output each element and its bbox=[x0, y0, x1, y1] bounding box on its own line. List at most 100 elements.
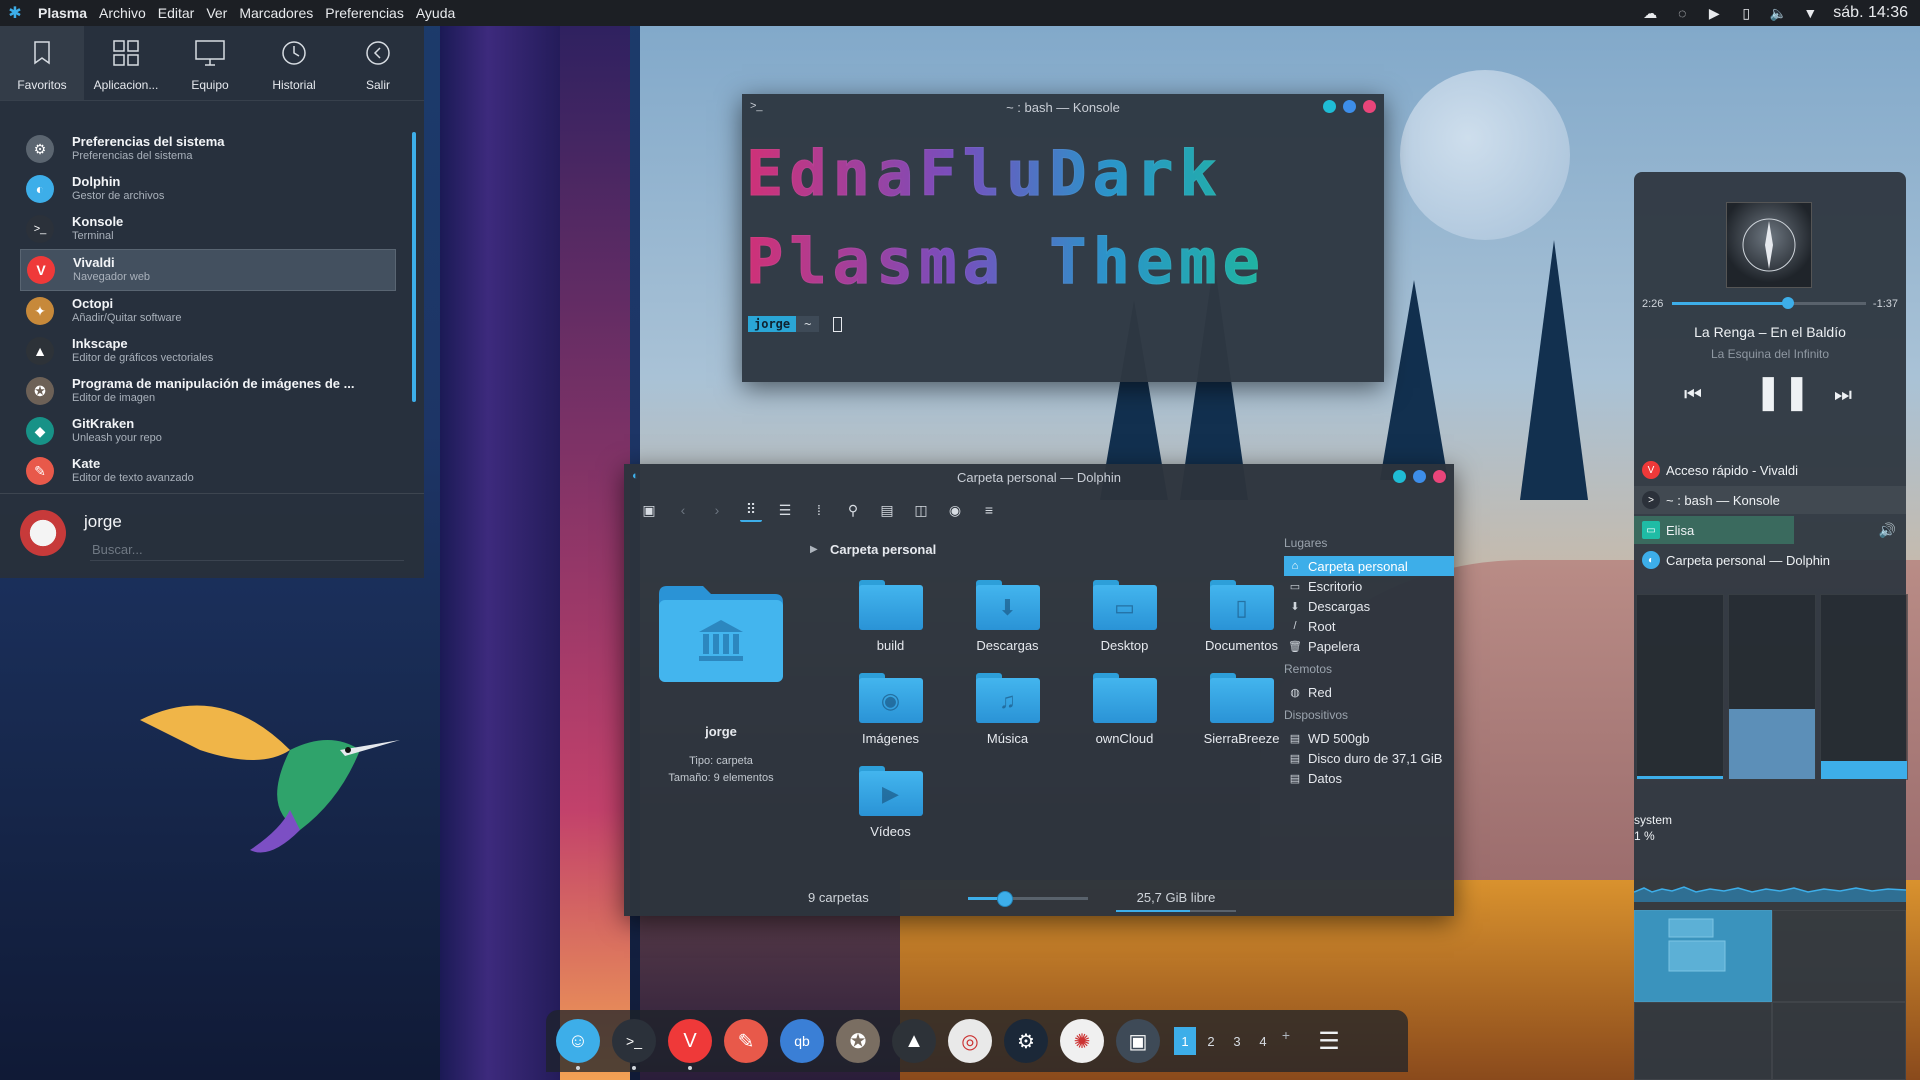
seek-slider[interactable] bbox=[1672, 297, 1866, 309]
list-item[interactable]: ◆ GitKraken Unleash your repo bbox=[20, 411, 396, 451]
window-titlebar[interactable]: >_ ~ : bash — Konsole bbox=[742, 94, 1384, 120]
lifesaver-icon[interactable]: ✺ bbox=[1060, 1019, 1104, 1063]
task-item[interactable]: ▭ Elisa 🔊 bbox=[1634, 516, 1906, 544]
menu-ayuda[interactable]: Ayuda bbox=[410, 5, 461, 21]
place-device[interactable]: ▤ Disco duro de 37,1 GiB bbox=[1284, 748, 1454, 768]
desktop-2[interactable]: 2 bbox=[1200, 1027, 1222, 1055]
place-papelera[interactable]: 🗑 Papelera bbox=[1284, 636, 1454, 656]
folder-item[interactable]: SierraBreeze bbox=[1183, 673, 1300, 746]
place-descargas[interactable]: ⬇ Descargas bbox=[1284, 596, 1454, 616]
list-item[interactable]: ◐ Dolphin Gestor de archivos bbox=[20, 169, 396, 209]
task-item[interactable]: V Acceso rápido - Vivaldi bbox=[1634, 456, 1906, 484]
close-button[interactable] bbox=[1363, 100, 1376, 113]
inkscape-icon[interactable]: ▲ bbox=[892, 1019, 936, 1063]
places-panel-icon[interactable]: ▣ bbox=[638, 499, 660, 521]
tab-equipo[interactable]: Equipo bbox=[168, 26, 252, 100]
zoom-slider[interactable] bbox=[968, 891, 1088, 907]
pager-desktop[interactable] bbox=[1634, 910, 1772, 1002]
menu-plasma[interactable]: Plasma bbox=[32, 5, 93, 21]
cloud-icon[interactable]: ☁ bbox=[1641, 4, 1659, 22]
breadcrumb[interactable]: Carpeta personal bbox=[830, 542, 936, 557]
folder-item[interactable]: build bbox=[832, 580, 949, 653]
vivaldi-icon[interactable]: V bbox=[668, 1019, 712, 1070]
place-root[interactable]: / Root bbox=[1284, 616, 1454, 636]
close-button[interactable] bbox=[1433, 470, 1446, 483]
terminal-icon[interactable]: >_ bbox=[612, 1019, 656, 1070]
task-item[interactable]: ◐ Carpeta personal — Dolphin bbox=[1634, 546, 1906, 574]
menu-editar[interactable]: Editar bbox=[152, 5, 201, 21]
expand-tray-icon[interactable]: ▼ bbox=[1801, 4, 1819, 22]
updates-icon[interactable]: ◌ bbox=[1673, 4, 1691, 22]
minimize-button[interactable] bbox=[1393, 470, 1406, 483]
tab-aplicaciones[interactable]: Aplicacion... bbox=[84, 26, 168, 100]
desktop-4[interactable]: 4 bbox=[1252, 1027, 1274, 1055]
maximize-button[interactable] bbox=[1343, 100, 1356, 113]
volume-icon[interactable]: 🔊 bbox=[1879, 522, 1896, 539]
task-item[interactable]: > ~ : bash — Konsole bbox=[1634, 486, 1906, 514]
add-desktop-button[interactable]: + bbox=[1278, 1027, 1294, 1055]
seek-handle[interactable] bbox=[1782, 297, 1795, 309]
list-item[interactable]: >_ Konsole Terminal bbox=[20, 209, 396, 249]
folder-item[interactable]: ownCloud bbox=[1066, 673, 1183, 746]
pager-desktop[interactable] bbox=[1772, 1002, 1906, 1080]
tab-historial[interactable]: Historial bbox=[252, 26, 336, 100]
details-view-icon[interactable]: ⁞ bbox=[808, 499, 830, 521]
desktop-1[interactable]: 1 bbox=[1174, 1027, 1196, 1055]
qbittorrent-icon[interactable]: qb bbox=[780, 1019, 824, 1063]
pager-desktop[interactable] bbox=[1772, 910, 1906, 1002]
package-icon[interactable]: ▣ bbox=[1116, 1019, 1160, 1063]
icons-view-icon[interactable]: ⠿ bbox=[740, 498, 762, 522]
window-titlebar[interactable]: ◐ Carpeta personal — Dolphin bbox=[624, 464, 1454, 490]
back-icon[interactable]: ‹ bbox=[672, 499, 694, 521]
next-icon[interactable]: ⏭ bbox=[1834, 384, 1852, 407]
gimp-icon[interactable]: ✪ bbox=[836, 1019, 880, 1063]
menu-preferencias[interactable]: Preferencias bbox=[319, 5, 410, 21]
clock[interactable]: sáb. 14:36 bbox=[1833, 4, 1908, 22]
place-carpeta-personal[interactable]: ⌂ Carpeta personal bbox=[1284, 556, 1454, 576]
desktop-3[interactable]: 3 bbox=[1226, 1027, 1248, 1055]
volume-icon[interactable]: 🔈 bbox=[1769, 4, 1787, 22]
media-icon[interactable]: ▶ bbox=[1705, 4, 1723, 22]
tab-favoritos[interactable]: Favoritos bbox=[0, 26, 84, 100]
finder-icon[interactable]: ☺ bbox=[556, 1019, 600, 1070]
kate-icon[interactable]: ✎ bbox=[724, 1019, 768, 1063]
split-view-icon[interactable]: ◫ bbox=[910, 499, 932, 521]
list-item[interactable]: ✪ Programa de manipulación de imágenes d… bbox=[20, 371, 396, 411]
list-item[interactable]: ⚙ Preferencias del sistema Preferencias d… bbox=[20, 129, 396, 169]
avatar[interactable] bbox=[20, 510, 66, 556]
menu-ver[interactable]: Ver bbox=[200, 5, 233, 21]
search-input[interactable] bbox=[90, 538, 404, 561]
show-hidden-icon[interactable]: ◉ bbox=[944, 499, 966, 521]
chevron-right-icon[interactable]: ▶ bbox=[810, 544, 818, 555]
menu-marcadores[interactable]: Marcadores bbox=[233, 5, 319, 21]
list-item[interactable]: ▲ Inkscape Editor de gráficos vectoriales bbox=[20, 331, 396, 371]
folder-item[interactable]: ◉ Imágenes bbox=[832, 673, 949, 746]
minimize-button[interactable] bbox=[1323, 100, 1336, 113]
folder-item[interactable]: ▯ Documentos bbox=[1183, 580, 1300, 653]
search-icon[interactable]: ⚲ bbox=[842, 499, 864, 521]
steam-icon[interactable]: ⚙ bbox=[1004, 1019, 1048, 1063]
compact-view-icon[interactable]: ☰ bbox=[774, 499, 796, 521]
battery-icon[interactable]: ▯ bbox=[1737, 4, 1755, 22]
shell-prompt[interactable]: jorge ~ bbox=[748, 316, 843, 332]
previous-icon[interactable]: ⏮ bbox=[1684, 384, 1702, 407]
list-item[interactable]: ✎ Kate Editor de texto avanzado bbox=[20, 451, 396, 491]
pause-icon[interactable]: ❚❚ bbox=[1754, 372, 1811, 412]
hamburger-menu-icon[interactable]: ☰ bbox=[1314, 1026, 1344, 1056]
folder-item[interactable]: ▶ Vídeos bbox=[832, 766, 949, 839]
place-device[interactable]: ▤ Datos bbox=[1284, 768, 1454, 788]
pager-desktop[interactable] bbox=[1634, 1002, 1772, 1080]
list-item[interactable]: V Vivaldi Navegador web bbox=[20, 249, 396, 291]
folder-item[interactable]: ⬇ Descargas bbox=[949, 580, 1066, 653]
scrollbar[interactable] bbox=[412, 132, 416, 402]
disc-icon[interactable]: ◎ bbox=[948, 1019, 992, 1063]
menu-archivo[interactable]: Archivo bbox=[93, 5, 152, 21]
tab-salir[interactable]: Salir bbox=[336, 26, 420, 100]
kde-logo-icon[interactable]: ✱ bbox=[4, 2, 26, 24]
folder-item[interactable]: ▭ Desktop bbox=[1066, 580, 1183, 653]
place-red[interactable]: ◍ Red bbox=[1284, 682, 1454, 702]
forward-icon[interactable]: › bbox=[706, 499, 728, 521]
maximize-button[interactable] bbox=[1413, 470, 1426, 483]
place-device[interactable]: ▤ WD 500gb bbox=[1284, 728, 1454, 748]
folder-item[interactable]: ♫ Música bbox=[949, 673, 1066, 746]
